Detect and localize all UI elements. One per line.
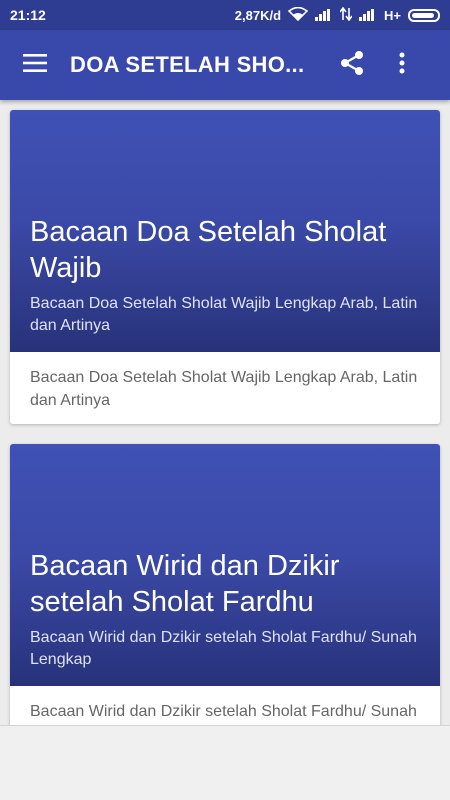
wifi-icon xyxy=(287,6,309,24)
status-icons: 2,87K/d H+ xyxy=(234,6,440,24)
network-type: H+ xyxy=(384,7,401,23)
signal-icon xyxy=(359,9,377,21)
card-list[interactable]: Bacaan Doa Setelah Sholat Wajib Bacaan D… xyxy=(0,100,450,725)
card-header[interactable]: Bacaan Wirid dan Dzikir setelah Sholat F… xyxy=(10,444,440,686)
more-options-button[interactable] xyxy=(377,30,427,100)
status-time: 21:12 xyxy=(10,7,46,23)
card-title: Bacaan Doa Setelah Sholat Wajib xyxy=(30,216,387,284)
article-card[interactable]: Bacaan Doa Setelah Sholat Wajib Bacaan D… xyxy=(10,110,440,424)
card-description: Bacaan Wirid dan Dzikir setelah Sholat F… xyxy=(30,703,417,720)
menu-button[interactable] xyxy=(0,30,70,100)
card-title: Bacaan Wirid dan Dzikir setelah Sholat F… xyxy=(30,550,340,618)
network-speed: 2,87K/d xyxy=(234,7,282,23)
card-description: Bacaan Doa Setelah Sholat Wajib Lengkap … xyxy=(30,369,418,409)
card-subtitle: Bacaan Doa Setelah Sholat Wajib Lengkap … xyxy=(30,295,418,334)
share-icon xyxy=(340,50,364,81)
signal-icon xyxy=(315,9,333,21)
more-vert-icon xyxy=(399,52,405,79)
card-subtitle: Bacaan Wirid dan Dzikir setelah Sholat F… xyxy=(30,629,417,668)
share-button[interactable] xyxy=(327,30,377,100)
status-bar: 21:12 2,87K/d H+ xyxy=(0,0,450,30)
app-bar: DOA SETELAH SHO... xyxy=(0,30,450,100)
data-arrows-icon xyxy=(339,6,353,24)
bottom-panel xyxy=(0,725,450,800)
menu-icon xyxy=(23,53,47,77)
article-card[interactable]: Bacaan Wirid dan Dzikir setelah Sholat F… xyxy=(10,444,440,725)
battery-icon xyxy=(408,8,440,22)
card-header[interactable]: Bacaan Doa Setelah Sholat Wajib Bacaan D… xyxy=(10,110,440,352)
page-title: DOA SETELAH SHO... xyxy=(70,52,305,77)
